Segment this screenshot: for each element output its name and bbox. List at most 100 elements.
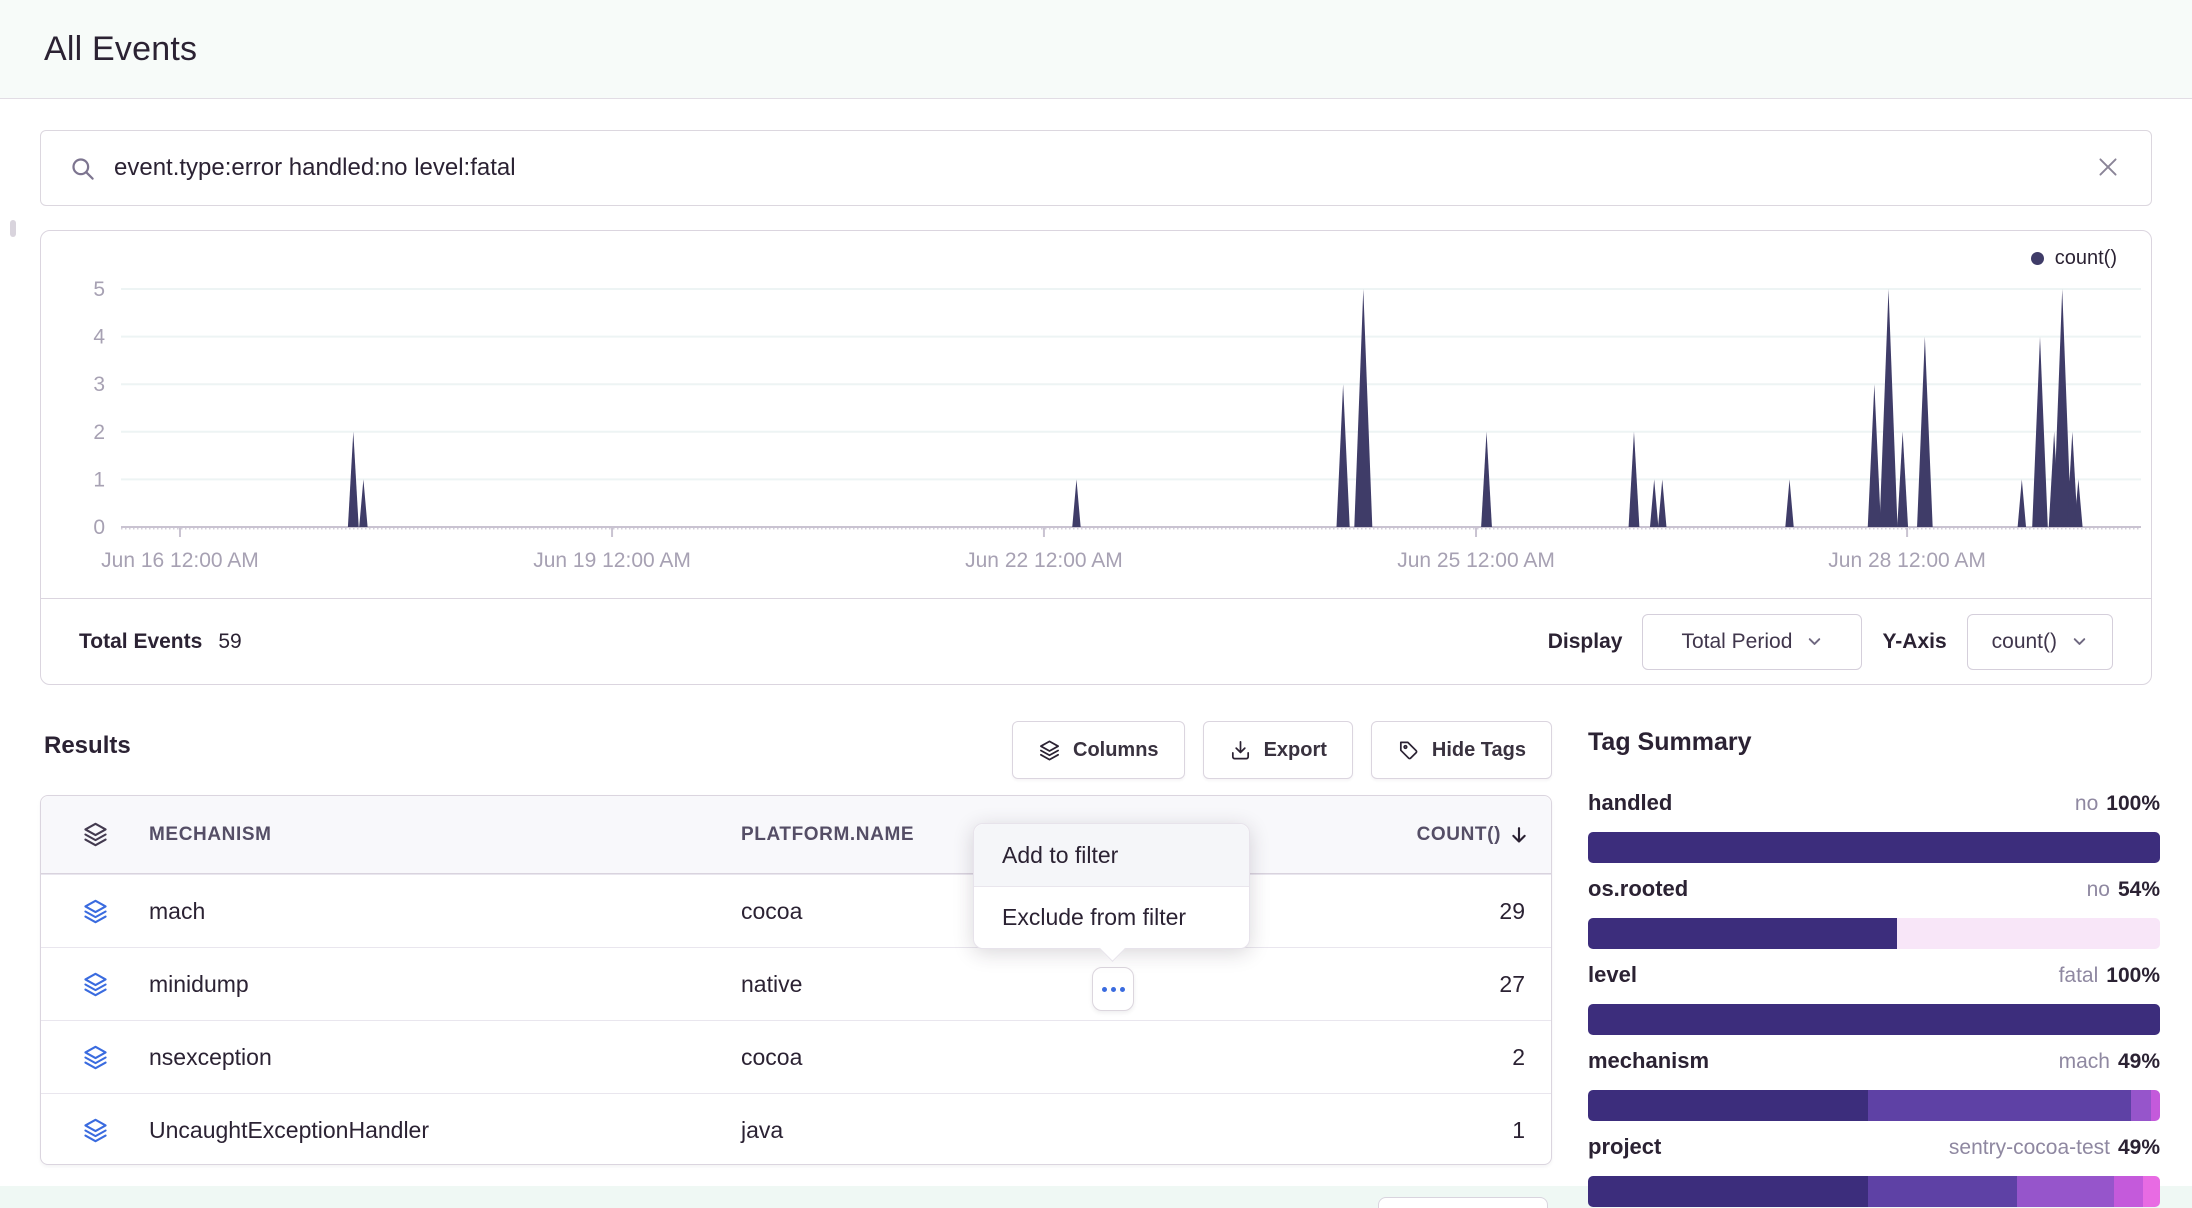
toolbar-button-hide-tags[interactable]: Hide Tags xyxy=(1371,721,1552,779)
tag-distribution-bar[interactable] xyxy=(1588,1090,2160,1121)
tag-top-value: mach xyxy=(2059,1050,2110,1073)
tag-name: handled xyxy=(1588,790,1672,816)
tag-summary-panel: Tag Summary handled no 100% os.rooted no 5… xyxy=(1588,712,2160,1208)
cell-count[interactable]: 1 xyxy=(1141,1117,1551,1144)
tag-name: project xyxy=(1588,1134,1661,1160)
column-header-mechanism[interactable]: MECHANISM xyxy=(149,824,741,846)
display-select[interactable]: Total Period xyxy=(1642,614,1862,670)
cell-mechanism[interactable]: UncaughtExceptionHandler xyxy=(149,1117,741,1144)
clear-search-button[interactable] xyxy=(2093,153,2123,183)
all-events-page: All Events event.type:error handled:no l… xyxy=(0,0,2192,1208)
svg-text:5: 5 xyxy=(93,278,105,301)
svg-text:0: 0 xyxy=(93,516,105,539)
tag-summary-title: Tag Summary xyxy=(1588,728,1751,757)
events-chart-panel: count() 012345Jun 16 12:00 AMJun 19 12:0… xyxy=(40,230,2152,685)
cell-mechanism[interactable]: mach xyxy=(149,898,741,925)
tag-bar-segment[interactable] xyxy=(1588,832,2160,863)
stack-icon xyxy=(1038,739,1061,762)
toolbar-button-columns[interactable]: Columns xyxy=(1012,721,1185,779)
tag-bar-segment[interactable] xyxy=(1868,1176,2017,1207)
chart-legend[interactable]: count() xyxy=(2031,247,2117,270)
search-bar[interactable]: event.type:error handled:no level:fatal xyxy=(40,130,2152,206)
tag-bar-segment[interactable] xyxy=(2114,1176,2143,1207)
results-toolbar: Columns Export Hide Tags xyxy=(40,721,1552,779)
tag-name: mechanism xyxy=(1588,1048,1709,1074)
tag-bar-segment[interactable] xyxy=(1588,1004,2160,1035)
tag-distribution-bar[interactable] xyxy=(1588,1176,2160,1207)
stack-icon[interactable] xyxy=(82,898,109,925)
results-table: MECHANISM PLATFORM.NAME COUNT() mach coc… xyxy=(40,795,1552,1165)
cell-platform[interactable]: native xyxy=(741,971,1141,998)
cell-mechanism[interactable]: minidump xyxy=(149,971,741,998)
stack-icon[interactable] xyxy=(82,1044,109,1071)
arrow-down-icon xyxy=(1509,825,1529,845)
total-events-label: Total Events xyxy=(79,630,202,654)
stack-icon[interactable] xyxy=(82,971,109,998)
svg-text:3: 3 xyxy=(93,373,105,396)
tag-bar-segment[interactable] xyxy=(2151,1090,2160,1121)
tag-top-percent: 100% xyxy=(2106,964,2160,987)
tag-top-value: no xyxy=(2087,878,2110,901)
tag-bar-segment[interactable] xyxy=(2143,1176,2160,1207)
cell-platform[interactable]: java xyxy=(741,1117,1141,1144)
pagination-buttons[interactable] xyxy=(1378,1197,1548,1208)
page-title: All Events xyxy=(44,30,197,69)
tag-top-value: fatal xyxy=(2059,964,2099,987)
svg-text:Jun 16 12:00 AM: Jun 16 12:00 AM xyxy=(101,549,259,572)
tag-distribution-bar[interactable] xyxy=(1588,918,2160,949)
total-events-value: 59 xyxy=(218,630,241,654)
tag-bar-segment[interactable] xyxy=(2131,1090,2151,1121)
cell-mechanism[interactable]: nsexception xyxy=(149,1044,741,1071)
chevron-down-icon xyxy=(1806,633,1823,650)
tag-distribution-bar[interactable] xyxy=(1588,1004,2160,1035)
toolbar-button-export[interactable]: Export xyxy=(1203,721,1353,779)
ellipsis-icon xyxy=(1102,987,1107,992)
table-row: minidump native 27 xyxy=(41,947,1551,1020)
table-row: mach cocoa 29 xyxy=(41,874,1551,947)
tag-top-value: no xyxy=(2075,792,2098,815)
legend-dot-icon xyxy=(2031,252,2044,265)
tag-name: os.rooted xyxy=(1588,876,1688,902)
tag-top-percent: 49% xyxy=(2118,1136,2160,1159)
tag-top-percent: 49% xyxy=(2118,1050,2160,1073)
chart-footer: Total Events 59 Display Total Period Y-A… xyxy=(41,598,2151,684)
tag-distribution-bar[interactable] xyxy=(1588,832,2160,863)
tag-top-percent: 100% xyxy=(2106,792,2160,815)
tag-summary-entry: handled no 100% xyxy=(1588,790,2160,863)
yaxis-select-value: count() xyxy=(1992,630,2057,654)
tag-summary-entry: os.rooted no 54% xyxy=(1588,876,2160,949)
cell-count[interactable]: 2 xyxy=(1141,1044,1551,1071)
events-area-chart[interactable]: 012345Jun 16 12:00 AMJun 19 12:00 AMJun … xyxy=(41,231,2151,597)
menu-item-add-to-filter[interactable]: Add to filter xyxy=(974,824,1249,886)
stack-icon xyxy=(82,821,109,848)
panel-resize-handle[interactable] xyxy=(10,220,16,237)
tag-bar-segment[interactable] xyxy=(1588,1176,1868,1207)
download-icon xyxy=(1229,739,1252,762)
tag-icon xyxy=(1397,739,1420,762)
yaxis-select[interactable]: count() xyxy=(1967,614,2113,670)
svg-text:2: 2 xyxy=(93,421,105,444)
search-icon xyxy=(69,155,96,182)
cell-actions-button[interactable] xyxy=(1092,967,1134,1011)
tag-top-percent: 54% xyxy=(2118,878,2160,901)
chevron-down-icon xyxy=(2071,633,2088,650)
table-body: mach cocoa 29 minidump native 27 nsexcep… xyxy=(41,874,1551,1166)
tag-bar-segment[interactable] xyxy=(1897,918,2160,949)
svg-text:1: 1 xyxy=(93,468,105,491)
tag-bar-segment[interactable] xyxy=(1868,1090,2131,1121)
search-input[interactable]: event.type:error handled:no level:fatal xyxy=(114,154,516,182)
tag-bar-segment[interactable] xyxy=(1588,1090,1868,1121)
cell-count[interactable]: 27 xyxy=(1141,971,1551,998)
close-icon xyxy=(2094,153,2122,181)
svg-text:Jun 19 12:00 AM: Jun 19 12:00 AM xyxy=(533,549,691,572)
tag-bar-segment[interactable] xyxy=(2017,1176,2114,1207)
stack-icon[interactable] xyxy=(82,1117,109,1144)
yaxis-label: Y-Axis xyxy=(1882,630,1946,654)
table-header-row: MECHANISM PLATFORM.NAME COUNT() xyxy=(41,796,1551,874)
page-header: All Events xyxy=(0,0,2192,99)
tag-summary-entry: level fatal100% xyxy=(1588,962,2160,1035)
tag-bar-segment[interactable] xyxy=(1588,918,1897,949)
svg-text:Jun 22 12:00 AM: Jun 22 12:00 AM xyxy=(965,549,1123,572)
svg-text:Jun 28 12:00 AM: Jun 28 12:00 AM xyxy=(1828,549,1986,572)
cell-platform[interactable]: cocoa xyxy=(741,1044,1141,1071)
